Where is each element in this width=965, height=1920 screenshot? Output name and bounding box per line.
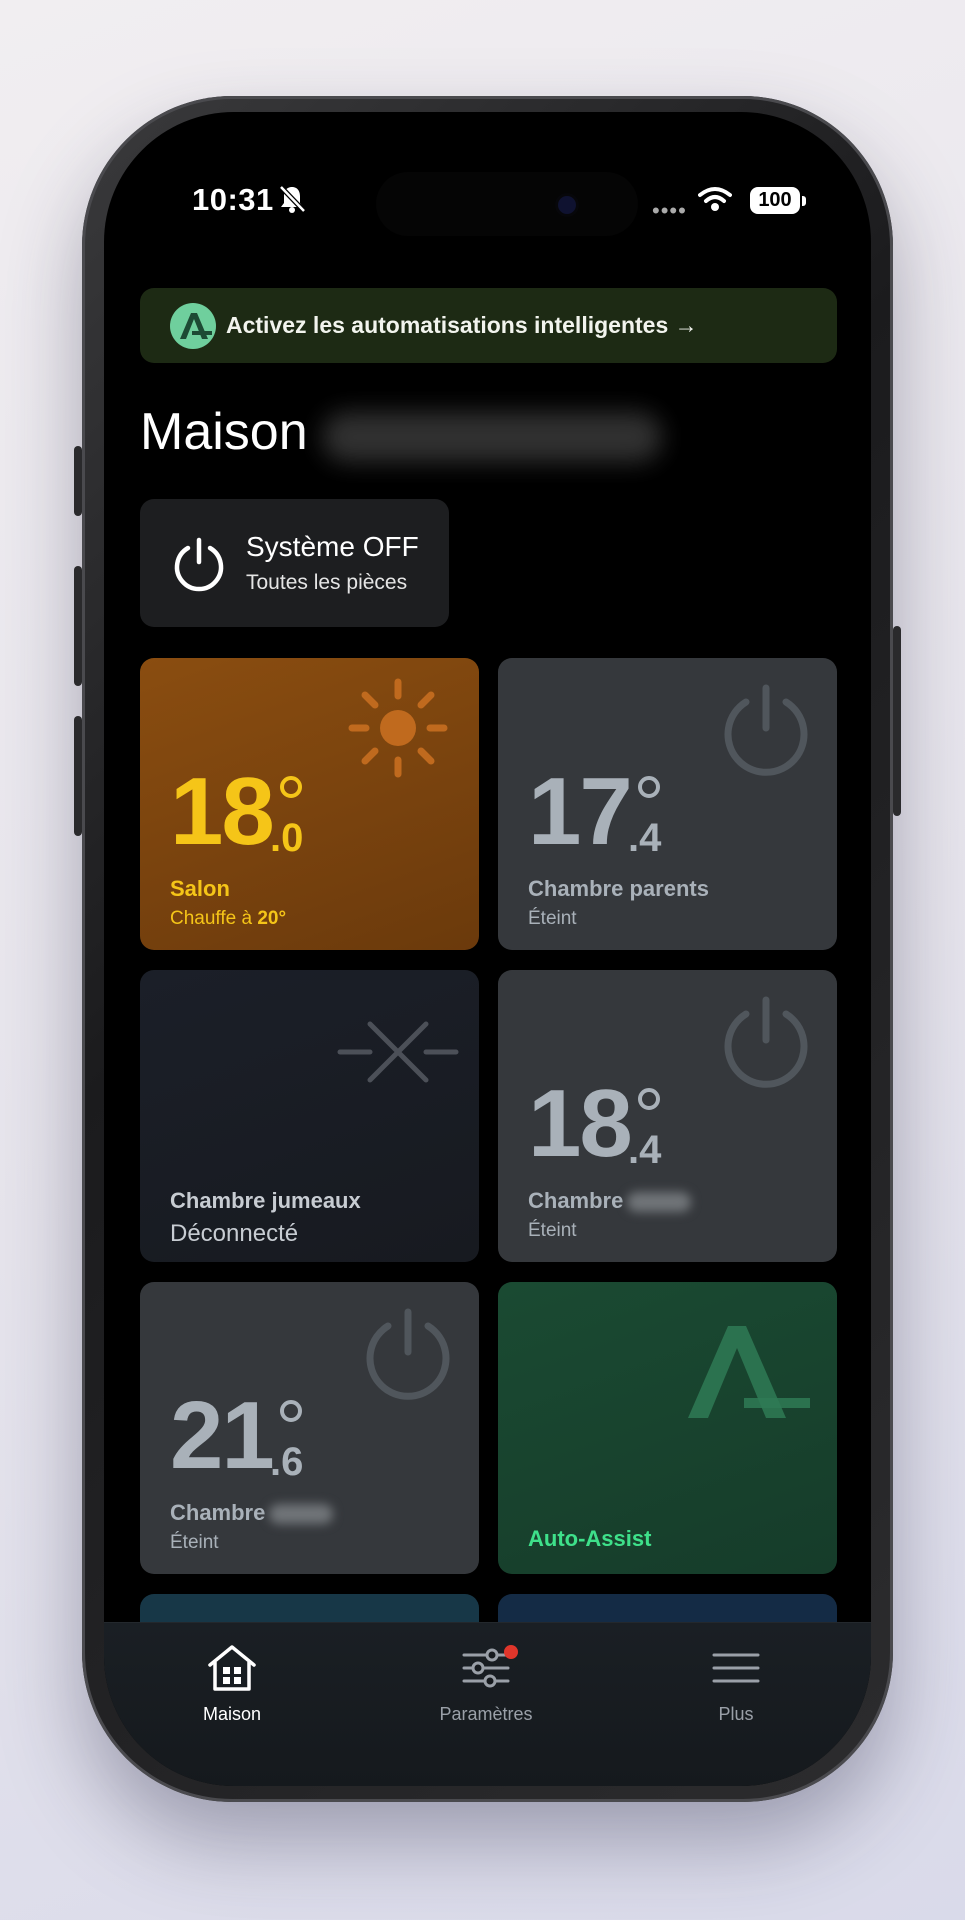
power-icon: [724, 996, 808, 1088]
volume-down-button: [74, 716, 82, 836]
bottom-nav: Maison Paramètres Plus: [104, 1622, 871, 1786]
notification-dot: [504, 1645, 518, 1659]
room-temp-decimal: .4: [628, 1128, 662, 1172]
room-temp-integer: 18: [170, 758, 275, 865]
system-title: Système OFF: [246, 531, 419, 562]
camera-icon: [558, 196, 576, 214]
status-bar: 10:31 •••• 100: [104, 112, 871, 236]
home-icon: [208, 1645, 256, 1691]
banner-text: Activez les automatisations intelligente…: [226, 312, 698, 338]
wifi-icon: [698, 187, 732, 211]
nav-settings-label: Paramètres: [439, 1704, 533, 1724]
system-off-card[interactable]: Système OFF Toutes les pièces: [140, 499, 449, 627]
auto-assist-logo-icon: [170, 302, 216, 349]
room-name-redacted: [627, 1192, 692, 1213]
room-tile-chambre-2[interactable]: 18 .4 Chambre Éteint: [498, 970, 837, 1262]
room-tile-chambre-3[interactable]: 21 .6 Chambre Éteint: [140, 1282, 479, 1574]
room-tile-chambre-jumeaux[interactable]: Chambre jumeaux Déconnecté: [140, 970, 479, 1262]
power-icon: [724, 684, 808, 776]
room-status: Chauffe à 20°: [170, 908, 286, 930]
room-status: Éteint: [170, 1532, 219, 1553]
auto-assist-label: Auto-Assist: [528, 1526, 652, 1551]
nav-home[interactable]: Maison: [152, 1643, 312, 1725]
degree-icon: [280, 1400, 302, 1422]
room-name: Chambre: [528, 1188, 692, 1214]
disconnected-icon: [337, 1021, 459, 1083]
nav-more-label: Plus: [718, 1704, 754, 1724]
nav-home-label: Maison: [202, 1704, 262, 1724]
power-icon: [174, 537, 224, 592]
room-name-text: Chambre: [170, 1500, 266, 1525]
room-name: Chambre parents: [528, 876, 709, 901]
room-name: Chambre: [170, 1500, 334, 1526]
power-button: [893, 626, 901, 816]
room-status: Éteint: [528, 1220, 577, 1241]
room-status-prefix: Chauffe à: [170, 908, 258, 929]
room-name: Salon: [170, 876, 230, 901]
degree-icon: [280, 776, 302, 798]
home-name-redacted: [322, 412, 662, 462]
bell-muted-icon: [279, 185, 306, 213]
battery-indicator: 100: [750, 187, 800, 214]
auto-assist-tile[interactable]: Auto-Assist: [498, 1282, 837, 1574]
system-subtitle: Toutes les pièces: [246, 571, 408, 594]
screen: 10:31 •••• 100 Activez les automatisatio…: [104, 112, 871, 1786]
room-temp-integer: 18: [528, 1070, 633, 1177]
nav-more[interactable]: Plus: [656, 1643, 816, 1725]
page-title: Maison: [140, 403, 308, 461]
room-temp-integer: 21: [170, 1382, 275, 1489]
room-temp-decimal: .6: [270, 1440, 304, 1484]
room-status: Éteint: [528, 908, 577, 929]
room-tile-salon[interactable]: 18 .0 Salon Chauffe à 20°: [140, 658, 479, 950]
room-status: Déconnecté: [170, 1220, 299, 1247]
menu-icon: [712, 1653, 760, 1683]
battery-tip: [802, 196, 806, 206]
room-name-redacted: [269, 1504, 334, 1525]
room-temp-decimal: .0: [270, 816, 304, 860]
automation-banner[interactable]: Activez les automatisations intelligente…: [140, 288, 837, 363]
degree-icon: [638, 776, 660, 798]
status-time: 10:31: [192, 182, 274, 217]
mute-switch: [74, 446, 82, 516]
room-name: Chambre jumeaux: [170, 1188, 361, 1213]
room-temp-decimal: .4: [628, 816, 662, 860]
phone-frame: 10:31 •••• 100 Activez les automatisatio…: [74, 96, 901, 1802]
auto-assist-logo-icon: [688, 1326, 810, 1418]
signal-dots-icon: ••••: [652, 198, 687, 223]
room-name-text: Chambre: [528, 1188, 624, 1213]
degree-icon: [638, 1088, 660, 1110]
room-tile-chambre-parents[interactable]: 17 .4 Chambre parents Éteint: [498, 658, 837, 950]
power-icon: [366, 1308, 450, 1400]
room-temp-integer: 17: [528, 758, 633, 865]
nav-settings[interactable]: Paramètres: [406, 1643, 566, 1725]
dynamic-island: [376, 172, 638, 236]
sun-icon: [348, 678, 448, 778]
room-status-value: 20°: [257, 908, 287, 929]
volume-up-button: [74, 566, 82, 686]
